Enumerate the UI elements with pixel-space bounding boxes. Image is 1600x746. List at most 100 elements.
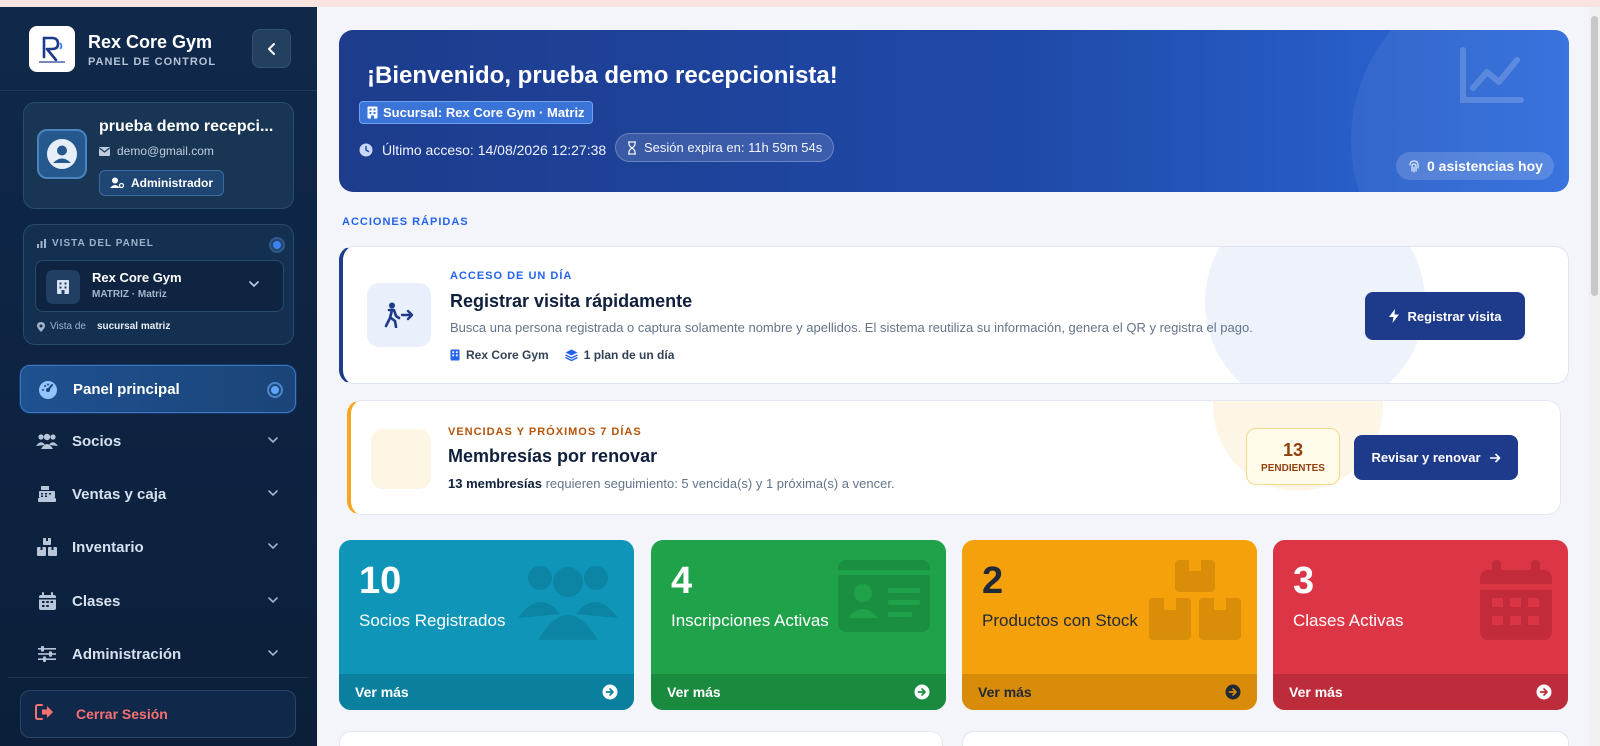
hourglass-icon	[628, 140, 636, 155]
building-icon	[367, 106, 378, 119]
visit-title: Registrar visita rápidamente	[450, 291, 693, 311]
page-scrollbar[interactable]	[1589, 7, 1600, 746]
panel-view-status-dot	[271, 239, 283, 251]
clock-icon	[359, 143, 373, 157]
nav-item-administracion[interactable]: Administración	[20, 630, 296, 678]
chart-line-icon	[1460, 47, 1524, 103]
brand-title: Rex Core Gym	[88, 32, 213, 52]
welcome-banner: ¡Bienvenido, prueba demo recepcionista! …	[339, 30, 1569, 192]
branch-subtitle: MATRIZ · Matriz	[92, 289, 167, 300]
nav-item-ventas-y-caja[interactable]: Ventas y caja	[20, 470, 296, 518]
boxes-icon	[35, 535, 59, 559]
calendar-icon	[35, 589, 59, 613]
visit-description: Busca una persona registrada o captura s…	[450, 320, 1253, 335]
renew-memberships-card: VENCIDAS Y PRÓXIMOS 7 DÍAS Membresías po…	[347, 400, 1561, 515]
stat-link-label: Ver más	[355, 684, 409, 700]
register-visit-button[interactable]: Registrar visita	[1365, 292, 1525, 340]
brand-logo[interactable]	[29, 26, 75, 72]
renew-title: Membresías por renovar	[448, 446, 658, 466]
user-email: demo@gmail.com	[117, 144, 214, 158]
stat-link-label: Ver más	[667, 684, 721, 700]
quick-actions-heading: ACCIONES RÁPIDAS	[342, 216, 469, 228]
logout-label: Cerrar Sesión	[76, 706, 168, 722]
building-icon	[46, 270, 80, 304]
chevron-down-icon	[268, 597, 278, 604]
last-access-text: Último acceso: 14/08/2026 12:27:38	[382, 142, 607, 158]
branch-selector[interactable]: Rex Core Gym MATRIZ · Matriz	[35, 260, 284, 312]
review-renew-label: Revisar y renovar	[1371, 450, 1481, 465]
building-icon	[450, 349, 460, 361]
person-arrow-icon	[367, 283, 431, 347]
attendance-text: 0 asistencias hoy	[1427, 158, 1543, 174]
role-badge: Administrador	[99, 170, 225, 196]
panel-view-footer: Vista de sucursal matriz	[37, 321, 170, 332]
pending-count: 13	[1282, 439, 1304, 460]
session-timer-text: Sesión expira en: 11h 59m 54s	[644, 140, 823, 155]
scrollbar-thumb[interactable]	[1591, 16, 1598, 296]
bolt-icon	[1388, 309, 1399, 323]
register-visit-label: Registrar visita	[1407, 308, 1502, 324]
renew-description-rest: requieren seguimiento: 5 vencida(s) y 1 …	[541, 476, 895, 491]
chevron-down-icon	[268, 490, 278, 497]
stat-footer-link[interactable]: Ver más	[651, 674, 946, 710]
nav-item-inventario[interactable]: Inventario	[20, 523, 296, 571]
chevron-down-icon	[268, 650, 278, 657]
chevron-left-icon	[267, 42, 275, 55]
bottom-card-left	[339, 731, 943, 746]
sidebar-divider	[8, 677, 308, 678]
nav-label: Ventas y caja	[72, 485, 167, 503]
logout-button[interactable]: Cerrar Sesión	[20, 690, 296, 738]
envelope-icon	[99, 146, 110, 156]
stat-label: Clases Activas	[1293, 611, 1404, 630]
user-name: prueba demo recepci...	[99, 118, 274, 135]
renew-icon	[371, 429, 431, 489]
attendance-badge: 0 asistencias hoy	[1396, 152, 1554, 180]
branch-badge: Sucursal: Rex Core Gym · Matriz	[359, 101, 593, 124]
dashboard-icon	[36, 378, 60, 402]
panel-view-card: VISTA DEL PANEL Rex Core Gym MATRIZ · Ma…	[23, 224, 294, 345]
stat-card-productos[interactable]: 2 Productos con Stock Ver más	[962, 540, 1257, 710]
browser-top-strip	[0, 0, 1600, 7]
stat-footer-link[interactable]: Ver más	[1273, 674, 1568, 710]
review-renew-button[interactable]: Revisar y renovar	[1354, 435, 1518, 480]
branch-badge-label: Sucursal: Rex Core Gym · Matriz	[383, 105, 585, 120]
collapse-sidebar-button[interactable]	[252, 29, 291, 68]
session-timer-badge: Sesión expira en: 11h 59m 54s	[615, 133, 835, 162]
stat-value: 3	[1293, 560, 1315, 602]
stat-link-label: Ver más	[1289, 684, 1343, 700]
visit-kicker: ACCESO DE UN DÍA	[450, 270, 573, 282]
boxes-icon	[1149, 560, 1241, 640]
nav-item-socios[interactable]: Socios	[20, 417, 296, 465]
panel-view-title-row: VISTA DEL PANEL	[37, 238, 154, 249]
fingerprint-icon	[1409, 160, 1419, 173]
nav-label: Administración	[72, 645, 182, 663]
user-gear-icon	[110, 177, 124, 189]
user-email-row: demo@gmail.com	[99, 144, 214, 158]
avatar[interactable]	[37, 129, 87, 179]
chevron-down-icon	[268, 437, 278, 444]
nav-item-clases[interactable]: Clases	[20, 577, 296, 625]
users-icon	[518, 566, 618, 640]
stat-card-clases[interactable]: 3 Clases Activas Ver más	[1273, 540, 1568, 710]
stat-value: 2	[982, 560, 1004, 602]
stat-footer-link[interactable]: Ver más	[962, 674, 1257, 710]
renew-description-count: 13 membresías	[448, 476, 542, 491]
panel-view-footer-value: sucursal matriz	[96, 321, 171, 332]
bottom-card-right	[962, 731, 1569, 746]
nav-item-panel-principal[interactable]: Panel principal	[20, 365, 296, 413]
stat-footer-link[interactable]: Ver más	[339, 674, 634, 710]
users-icon	[35, 429, 59, 453]
map-pin-icon	[37, 321, 45, 332]
stat-label: Inscripciones Activas	[671, 611, 829, 630]
last-access-row: Último acceso: 14/08/2026 12:27:38	[359, 137, 606, 163]
pending-badge: 13 PENDIENTES	[1246, 428, 1340, 485]
visit-meta-plan: 1 plan de un día	[564, 348, 674, 362]
renew-kicker: VENCIDAS Y PRÓXIMOS 7 DÍAS	[448, 426, 642, 438]
sign-out-icon	[35, 704, 53, 720]
sliders-icon	[35, 642, 59, 666]
stat-card-inscripciones[interactable]: 4 Inscripciones Activas Ver más	[651, 540, 946, 710]
rex-core-logo-icon	[39, 36, 65, 63]
calendar-icon	[1480, 560, 1552, 640]
stat-card-socios[interactable]: 10 Socios Registrados Ver más	[339, 540, 634, 710]
chevron-down-icon	[249, 281, 259, 288]
